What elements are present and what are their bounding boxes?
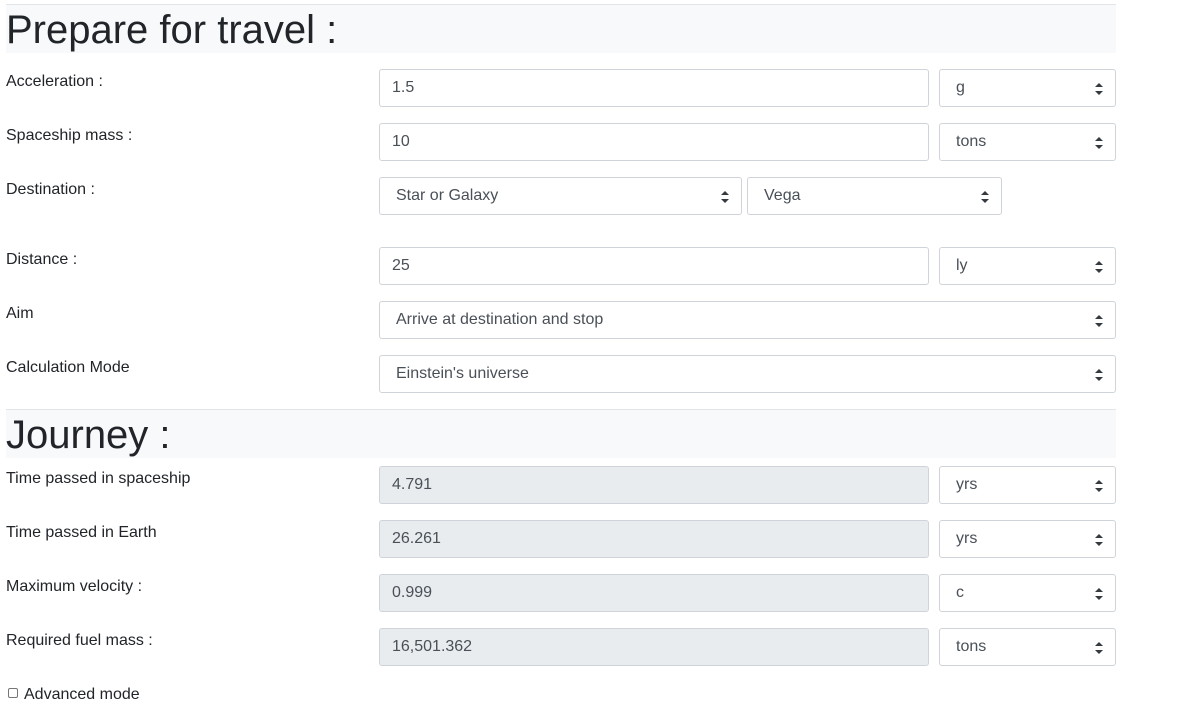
destination-target-select[interactable]: Vega: [747, 177, 1002, 215]
journey-header: Journey :: [6, 409, 1116, 458]
earth-time-output: 26.261: [379, 520, 929, 558]
mode-label: Calculation Mode: [6, 359, 130, 376]
max-velocity-label: Maximum velocity :: [6, 578, 143, 595]
max-velocity-unit-value: c: [956, 584, 964, 601]
earth-time-unit-value: yrs: [956, 530, 978, 547]
prepare-header: Prepare for travel :: [6, 4, 1116, 53]
destination-label: Destination :: [6, 181, 95, 198]
distance-unit-value: ly: [956, 257, 968, 274]
earth-time-label: Time passed in Earth: [6, 524, 157, 541]
distance-unit-select[interactable]: ly: [939, 247, 1116, 285]
select-arrows-icon: [1095, 315, 1103, 327]
select-arrows-icon: [1095, 137, 1103, 149]
advanced-mode-label[interactable]: Advanced mode: [24, 685, 140, 705]
select-arrows-icon: [1095, 642, 1103, 654]
journey-title: Journey :: [6, 413, 171, 457]
ship-time-unit-select[interactable]: yrs: [939, 466, 1116, 504]
select-arrows-icon: [1095, 588, 1103, 600]
mode-value: Einstein's universe: [396, 365, 529, 382]
distance-input[interactable]: 25: [379, 247, 929, 285]
destination-type-value: Star or Galaxy: [396, 187, 499, 204]
acceleration-unit-value: g: [956, 79, 965, 96]
select-arrows-icon: [1095, 534, 1103, 546]
select-arrows-icon: [721, 191, 729, 203]
fuel-unit-select[interactable]: tons: [939, 628, 1116, 666]
advanced-mode-checkbox[interactable]: [8, 688, 18, 698]
acceleration-input[interactable]: 1.5: [379, 69, 929, 107]
fuel-label: Required fuel mass :: [6, 632, 153, 649]
mass-label: Spaceship mass :: [6, 127, 133, 144]
fuel-output: 16,501.362: [379, 628, 929, 666]
select-arrows-icon: [1095, 369, 1103, 381]
aim-select[interactable]: Arrive at destination and stop: [379, 301, 1116, 339]
mass-unit-value: tons: [956, 133, 987, 150]
prepare-title: Prepare for travel :: [6, 8, 338, 52]
destination-target-value: Vega: [764, 187, 801, 204]
destination-type-select[interactable]: Star or Galaxy: [379, 177, 742, 215]
acceleration-label: Acceleration :: [6, 73, 103, 90]
select-arrows-icon: [1095, 83, 1103, 95]
max-velocity-output: 0.999: [379, 574, 929, 612]
aim-value: Arrive at destination and stop: [396, 311, 604, 328]
ship-time-unit-value: yrs: [956, 476, 978, 493]
earth-time-unit-select[interactable]: yrs: [939, 520, 1116, 558]
fuel-unit-value: tons: [956, 638, 987, 655]
distance-label: Distance :: [6, 251, 78, 268]
mass-unit-select[interactable]: tons: [939, 123, 1116, 161]
acceleration-unit-select[interactable]: g: [939, 69, 1116, 107]
mode-select[interactable]: Einstein's universe: [379, 355, 1116, 393]
select-arrows-icon: [1095, 261, 1103, 273]
ship-time-label: Time passed in spaceship: [6, 470, 191, 487]
ship-time-output: 4.791: [379, 466, 929, 504]
max-velocity-unit-select[interactable]: c: [939, 574, 1116, 612]
select-arrows-icon: [1095, 480, 1103, 492]
mass-input[interactable]: 10: [379, 123, 929, 161]
select-arrows-icon: [981, 191, 989, 203]
aim-label: Aim: [6, 305, 34, 322]
